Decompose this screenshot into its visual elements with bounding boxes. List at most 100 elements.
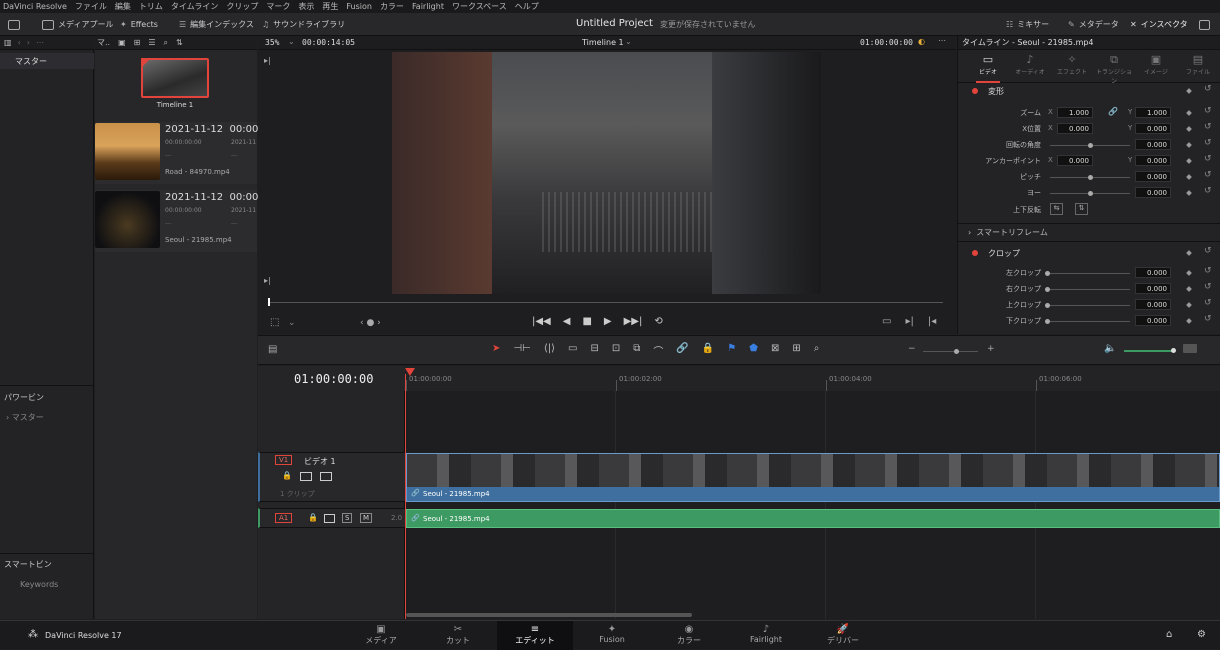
auto-track-icon[interactable]	[324, 514, 335, 523]
keyframe-icon[interactable]	[1186, 302, 1192, 308]
inspector-value-x[interactable]: 0.000	[1057, 123, 1093, 134]
list-view-icon[interactable]: ☰	[148, 38, 155, 47]
inspector-value[interactable]: 0.000	[1135, 283, 1171, 294]
keyframe-icon[interactable]	[1186, 318, 1192, 324]
panel-toggle-icon[interactable]: ▥	[4, 38, 12, 47]
more-options-icon[interactable]: ⋯	[938, 36, 946, 45]
menu-item[interactable]: 編集	[115, 1, 131, 12]
thumbnail-view-icon[interactable]: ▣	[118, 38, 126, 47]
jog-control[interactable]: ‹ ● ›	[360, 318, 381, 328]
dim-icon[interactable]	[1183, 344, 1197, 353]
chevron-down-icon[interactable]: ⌄	[288, 318, 296, 328]
blade-tool-icon[interactable]: ▭	[568, 343, 577, 358]
inspector-tab[interactable]: ▣ イメージ	[1136, 53, 1176, 76]
crop-section-header[interactable]: クロップ ↺	[958, 246, 1220, 260]
menu-item[interactable]: マーク	[266, 1, 290, 12]
loop-icon[interactable]: ⟲	[654, 316, 662, 327]
inspector-slider-handle[interactable]	[1088, 191, 1093, 196]
marker-icon[interactable]: ⬟	[749, 343, 758, 358]
overwrite-clip-icon[interactable]: ⊡	[612, 343, 620, 358]
snapping-icon[interactable]: ⌒	[653, 343, 663, 358]
track-a1-badge[interactable]: A1	[275, 513, 293, 523]
menu-item[interactable]: ファイル	[75, 1, 107, 12]
reset-icon[interactable]: ↺	[1204, 298, 1212, 308]
auto-track-icon[interactable]	[300, 472, 312, 481]
keyframe-icon[interactable]	[1186, 270, 1192, 276]
go-to-end-icon[interactable]: ▶▶|	[624, 316, 643, 327]
media-pool-button[interactable]: メディアプール	[42, 17, 113, 32]
page-tab[interactable]: ✂ カット	[420, 621, 496, 650]
menu-item[interactable]: DaVinci Resolve	[3, 2, 67, 11]
menu-item[interactable]: タイムライン	[171, 1, 218, 12]
sync-icon[interactable]: ◐	[918, 37, 925, 46]
menu-item[interactable]: Fusion	[346, 2, 372, 11]
crop-tool-icon[interactable]: ⬚	[270, 317, 279, 328]
view-options-icon[interactable]: ⋯	[36, 38, 44, 47]
keyframe-icon[interactable]	[1186, 126, 1192, 132]
inspector-value-x[interactable]: 1.000	[1057, 107, 1093, 118]
keywords-bin[interactable]: Keywords	[20, 580, 58, 589]
inspector-tab[interactable]: ⧉ トランジション	[1094, 53, 1134, 85]
inspector-value-x[interactable]: 0.000	[1057, 155, 1093, 166]
match-frame-icon[interactable]: ▸|	[905, 316, 913, 327]
search-icon[interactable]: ⌕	[164, 38, 168, 48]
fullscreen-icon[interactable]: ▭	[882, 316, 891, 327]
inspector-slider-handle[interactable]	[1088, 143, 1093, 148]
menu-item[interactable]: Fairlight	[412, 2, 444, 11]
inspector-value[interactable]: 0.000	[1135, 139, 1171, 150]
sound-library-button[interactable]: ♫ サウンドライブラリ	[262, 17, 345, 32]
dynamic-trim-icon[interactable]: ⟨|⟩	[544, 343, 555, 358]
keyframe-icon[interactable]	[1186, 190, 1192, 196]
volume-slider[interactable]	[1124, 350, 1174, 352]
reset-icon[interactable]: ↺	[1204, 266, 1212, 276]
keyframe-icon[interactable]	[1186, 286, 1192, 292]
viewer-scrubber[interactable]	[268, 302, 943, 303]
zoom-detail-icon[interactable]: ⊞	[792, 343, 800, 358]
enable-toggle-icon[interactable]	[972, 88, 978, 94]
zoom-out-icon[interactable]: −	[908, 344, 916, 354]
video-clip[interactable]: 🔗 Seoul - 21985.mp4	[406, 453, 1220, 502]
metadata-button[interactable]: ✎ メタデータ	[1068, 17, 1119, 32]
timeline-view-options-icon[interactable]: ▤	[268, 344, 277, 355]
reset-icon[interactable]: ↺	[1204, 314, 1212, 324]
page-tab[interactable]: ≡ エディット	[497, 621, 573, 650]
lock-icon[interactable]: 🔒	[308, 513, 318, 522]
effects-button[interactable]: ✦ Effects	[120, 17, 158, 32]
menu-item[interactable]: ワークスペース	[452, 1, 507, 12]
edit-index-button[interactable]: ☰ 編集インデックス	[179, 17, 254, 32]
reset-icon[interactable]: ↺	[1204, 154, 1212, 164]
inspector-slider[interactable]	[1050, 305, 1130, 306]
trim-tool-icon[interactable]: ⊣⊢	[513, 343, 530, 358]
enable-toggle-icon[interactable]	[972, 250, 978, 256]
viewer-timeline-name[interactable]: Timeline 1	[582, 38, 624, 47]
volume-icon[interactable]: 🔈	[1104, 343, 1116, 354]
previous-marker-icon[interactable]: ▸|	[264, 56, 271, 65]
page-tab[interactable]: ◉ カラー	[651, 621, 727, 650]
playhead[interactable]	[405, 374, 406, 619]
reset-icon[interactable]: ↺	[1204, 106, 1212, 116]
menu-item[interactable]: ヘルプ	[515, 1, 539, 12]
page-tab[interactable]: 🚀 デリバー	[805, 621, 881, 650]
back-icon[interactable]: ‹	[18, 38, 21, 47]
smart-reframe-section[interactable]: › スマートリフレーム	[968, 227, 1048, 238]
mute-button[interactable]: M	[360, 513, 373, 523]
flag-icon[interactable]: ⚑	[727, 343, 736, 358]
bin-master[interactable]: マスター	[0, 53, 94, 69]
inspector-tab[interactable]: ♪ オーディオ	[1010, 53, 1050, 76]
mixer-button[interactable]: ☷ ミキサー	[1006, 17, 1049, 32]
inspector-slider[interactable]	[1050, 289, 1130, 290]
stop-icon[interactable]: ■	[582, 316, 591, 327]
insert-clip-icon[interactable]: ⊟	[590, 343, 598, 358]
inspector-slider-handle[interactable]	[1088, 175, 1093, 180]
reset-icon[interactable]: ↺	[1204, 122, 1212, 132]
inspector-value[interactable]: 0.000	[1135, 267, 1171, 278]
solo-button[interactable]: S	[342, 513, 353, 523]
inspector-tab[interactable]: ✧ エフェクト	[1052, 53, 1092, 76]
inspector-value[interactable]: 0.000	[1135, 315, 1171, 326]
timeline-zoom-handle[interactable]	[954, 349, 959, 354]
expand-icon[interactable]	[1199, 17, 1210, 32]
reset-icon[interactable]: ↺	[1204, 282, 1212, 292]
reverse-icon[interactable]: ◀	[563, 316, 571, 327]
inspector-slider[interactable]	[1050, 321, 1130, 322]
keyframe-icon[interactable]	[1186, 110, 1192, 116]
